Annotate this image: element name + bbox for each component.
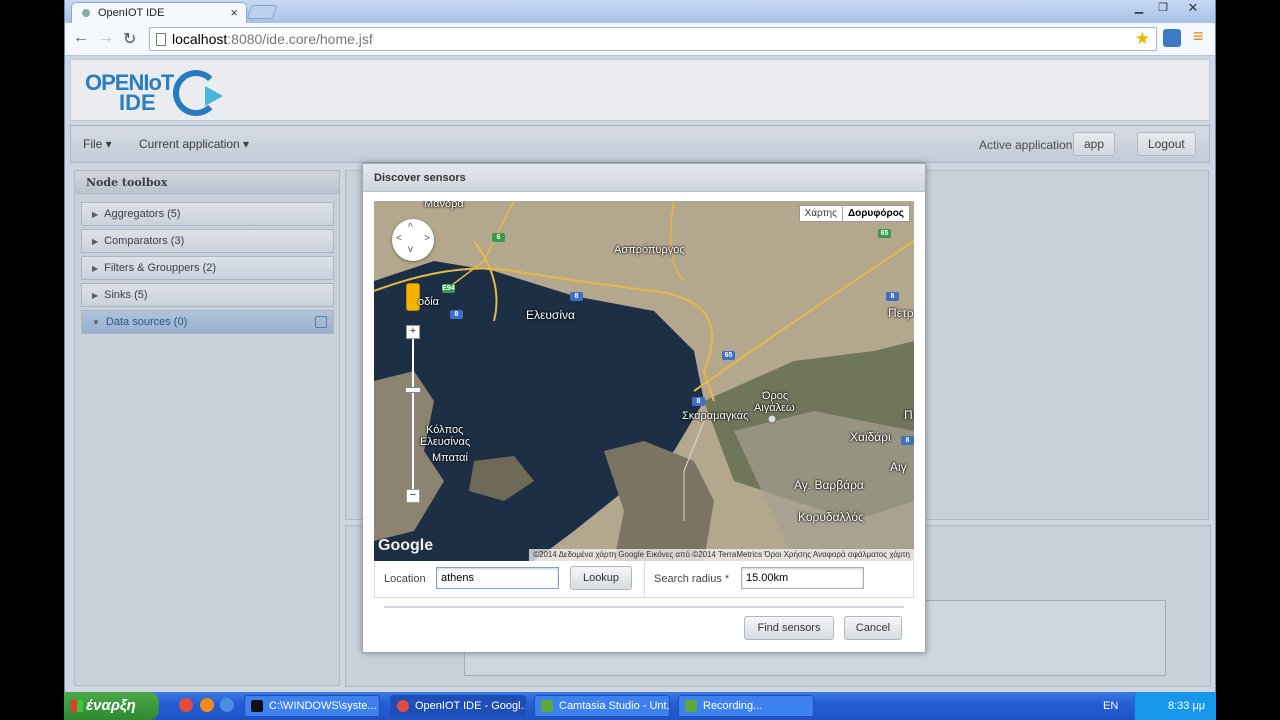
road-shield: E94 [442,284,455,293]
map-view[interactable]: Χάρτης Δορυφόρος ^ < > v + − Μάνδρα Ασπρ… [374,201,914,561]
search-form: Location Lookup Search radius * [374,562,914,598]
road-shield: 8 [886,292,899,301]
zoom-in-button[interactable]: + [406,325,420,339]
lookup-button[interactable]: Lookup [570,566,632,590]
extension-icon[interactable] [1163,29,1181,47]
dialog-divider [384,606,904,608]
map-label: Χαϊδάρι [850,430,891,444]
taskbar-item-chrome[interactable]: OpenIOT IDE - Googl... [390,695,526,717]
tab-title: OpenIOT IDE [98,7,165,19]
pan-up-icon[interactable]: ^ [408,222,413,233]
road-shield: 8 [570,292,583,301]
taskbar-item-label: OpenIOT IDE - Googl... [415,700,526,712]
taskbar-item-label: Recording... [703,700,763,712]
url-host: localhost [172,31,228,47]
map-label: Κορυδαλλός [798,510,864,524]
maximize-button[interactable]: ❐ [1153,1,1173,16]
map-label: Σκαραμαγκάς [682,410,749,422]
camtasia-icon [685,700,697,712]
search-radius-input[interactable] [741,567,864,589]
map-label: Πετρ [888,306,914,320]
url-text: localhost:8080/ide.core/home.jsf [172,31,373,47]
close-window-button[interactable]: ✕ [1183,1,1203,16]
back-button[interactable]: ← [73,29,89,47]
chrome-icon [397,700,409,712]
map-label: Μάνδρα [424,201,464,210]
map-label: Ελευσίνα [526,308,575,322]
page-content: OPENIoT IDE File ▾ Current application ▾… [65,57,1215,692]
taskbar-item-cmd[interactable]: C:\WINDOWS\syste... [244,695,380,717]
cmd-icon [251,700,263,712]
zoom-handle[interactable] [405,387,421,393]
cancel-button[interactable]: Cancel [844,616,902,640]
map-label: Κόλπος [426,424,464,436]
start-button[interactable]: έναρξη [64,692,159,720]
start-label: έναρξη [86,697,136,714]
taskbar-item-label: Camtasia Studio - Unt... [559,700,670,712]
map-label: οδία [418,296,440,308]
title-bar: OpenIOT IDE × ▁ ❐ ✕ [65,0,1215,23]
windows-taskbar: έναρξη C:\WINDOWS\syste... OpenIOT IDE -… [64,692,1216,720]
pan-right-icon[interactable]: > [424,233,430,244]
find-sensors-button[interactable]: Find sensors [744,616,834,640]
zoom-slider[interactable]: + − [404,325,422,505]
taskbar-item-camtasia[interactable]: Camtasia Studio - Unt... [534,695,670,717]
favicon-icon [82,9,90,17]
zoom-track [412,339,414,491]
road-shield: 8 [901,436,914,445]
map-type-map-button[interactable]: Χάρτης [800,206,842,221]
road-shield: 65 [878,229,891,238]
google-logo: Google [378,537,434,554]
new-tab-button[interactable] [246,5,278,19]
taskbar-item-label: C:\WINDOWS\syste... [269,700,377,712]
search-radius-label: Search radius * [654,573,730,585]
reload-button[interactable]: ↻ [123,29,136,49]
tab-close-icon[interactable]: × [230,5,238,20]
map-label: Όρος [762,390,789,402]
zoom-out-button[interactable]: − [406,489,420,503]
map-type-satellite-button[interactable]: Δορυφόρος [841,206,909,221]
clock[interactable]: 8:33 μμ [1168,700,1205,712]
taskbar-item-recording[interactable]: Recording... [678,695,814,717]
address-bar[interactable]: localhost:8080/ide.core/home.jsf ★ [149,27,1157,51]
road-shield: 6 [492,233,505,242]
language-indicator[interactable]: EN [1103,700,1118,712]
map-label: Ελευσίνας [420,436,471,448]
windows-logo-icon [71,700,83,712]
map-attribution[interactable]: ©2014 Δεδομένα χάρτη Google Εικόνες από … [529,549,914,561]
bookmark-star-icon[interactable]: ★ [1135,29,1150,49]
map-label: Αγ. Βαρβάρα [794,478,864,492]
form-separator [644,562,645,597]
road-shield: 65 [722,351,735,360]
pan-down-icon[interactable]: v [408,244,413,255]
location-label: Location [384,573,426,585]
minimize-button[interactable]: ▁ [1129,1,1149,16]
map-label: Π [904,408,913,422]
forward-button[interactable]: → [98,29,114,47]
map-label: Αιγάλεω [754,402,795,414]
pan-left-icon[interactable]: < [396,233,402,244]
page-icon [156,33,166,46]
dialog-title: Discover sensors [363,164,925,192]
url-path: :8080/ide.core/home.jsf [227,31,373,47]
location-input[interactable] [436,567,559,589]
map-label: Αιγ [890,460,907,474]
browser-tab[interactable]: OpenIOT IDE × [71,2,247,23]
road-shield: 8 [692,397,705,406]
ie-icon[interactable] [220,698,234,712]
browser-toolbar: ← → ↻ localhost:8080/ide.core/home.jsf ★… [65,23,1215,56]
discover-sensors-dialog: Discover sensors Χάρτης Δορυφόρος ^ < > … [362,163,926,653]
map-label: Μπαταί [432,452,468,464]
camtasia-icon [541,700,553,712]
pan-control[interactable]: ^ < > v [392,219,434,261]
chrome-menu-icon[interactable]: ≡ [1193,26,1211,46]
browser-window: OpenIOT IDE × ▁ ❐ ✕ ← → ↻ localhost:8080… [64,0,1216,692]
map-label: Ασπρόπυργος [614,244,685,256]
firefox-icon[interactable] [200,698,214,712]
map-type-control: Χάρτης Δορυφόρος [798,205,910,222]
road-shield: 8 [450,310,463,319]
chrome-icon[interactable] [179,698,193,712]
